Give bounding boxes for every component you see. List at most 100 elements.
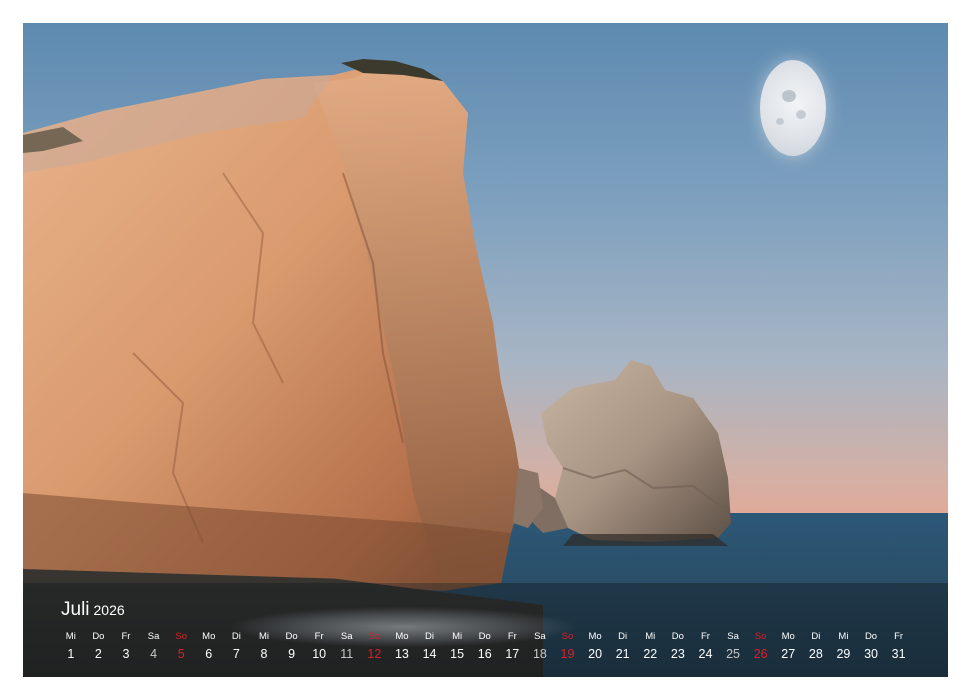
day-number: 26 [753,647,768,661]
weekday-label: Fr [894,631,904,642]
day-number: 13 [394,647,409,661]
calendar-day: Fr 10 [305,630,333,670]
day-number: 4 [150,647,158,661]
day-number: 31 [891,647,906,661]
weekday-label: So [754,631,767,642]
year-label: 2026 [93,602,125,618]
weekday-label: Mi [65,631,76,642]
calendar-day: Mi 1 [57,630,85,670]
moon [760,60,826,156]
day-number: 25 [726,647,740,661]
day-number: 17 [505,647,520,661]
calendar-day: Do 2 [85,630,113,670]
calendar-day: Mi 22 [636,630,664,670]
calendar-day: Do 16 [471,630,499,670]
day-number: 8 [260,647,268,661]
calendar-day: Fr 17 [499,630,527,670]
weekday-label: Mi [645,631,656,642]
weekday-label: Fr [121,631,131,642]
calendar-day: So 12 [361,630,389,670]
weekday-label: Do [285,631,298,642]
day-number: 24 [698,647,713,661]
weekday-label: Mi [452,631,463,642]
weekday-label: Fr [314,631,324,642]
day-number: 30 [864,647,878,661]
day-number: 10 [312,647,327,661]
calendar-strip: Juli 2026 Mi 1 Do 2 Fr 3 Sa 4 So 5 Mo 6 Di 7 Mi 8 Do 9 Fr 10… [23,583,948,677]
day-number: 27 [781,647,796,661]
weekday-label: Mo [588,631,602,642]
calendar-day: Di 14 [416,630,444,670]
day-number: 11 [340,647,354,661]
calendar-day: Di 21 [609,630,637,670]
calendar-day: Mo 20 [581,630,609,670]
weekday-label: Mo [202,631,216,642]
day-number: 29 [836,647,851,661]
moon-crater [796,110,806,119]
moon-crater [776,118,784,125]
day-number: 12 [367,647,382,661]
day-number: 6 [205,647,213,661]
weekday-label: Di [425,631,434,642]
month-label: Juli [61,599,90,620]
weekday-label: Di [811,631,821,642]
calendar-day: Sa 25 [719,630,747,670]
weekday-label: Di [618,631,628,642]
calendar-day: So 19 [554,630,582,670]
calendar-day: So 26 [747,630,775,670]
weekday-label: Do [478,631,491,642]
day-number: 22 [643,647,658,661]
calendar-day: Do 30 [857,630,885,670]
calendar-day: Mo 13 [388,630,416,670]
weekday-label: Di [231,631,241,642]
day-number: 28 [808,647,823,661]
day-number: 19 [560,647,575,661]
day-number: 1 [67,647,75,661]
calendar-photo [23,23,948,677]
calendar-day: Fr 3 [112,630,140,670]
day-number: 20 [588,647,603,661]
sea-stack-rock [533,358,743,548]
day-number: 5 [177,647,185,661]
day-number: 3 [122,647,130,661]
weekday-label: Sa [727,631,739,642]
calendar-day: Mo 27 [774,630,802,670]
calendar-day: Mi 8 [250,630,278,670]
calendar-day: Do 23 [664,630,692,670]
weekday-label: Mi [258,631,269,642]
weekday-label: Mo [395,631,409,642]
weekday-label: Mi [838,631,849,642]
day-number: 15 [450,647,465,661]
day-number: 7 [232,647,240,661]
calendar-day: Di 28 [802,630,830,670]
calendar-day: Mi 15 [443,630,471,670]
weekday-label: Fr [507,631,517,642]
weekday-label: Do [864,631,878,642]
calendar-day: Sa 4 [140,630,168,670]
calendar-day: Fr 31 [885,630,913,670]
day-number: 18 [532,647,547,661]
calendar-day: Fr 24 [692,630,720,670]
calendar-day: Do 9 [278,630,306,670]
calendar-day: Sa 18 [526,630,554,670]
weekday-label: Fr [700,631,710,642]
calendar-day: Mo 6 [195,630,223,670]
weekday-label: So [561,631,574,642]
day-row: Mi 1 Do 2 Fr 3 Sa 4 So 5 Mo 6 Di 7 Mi 8 Do 9 Fr 10 Sa 11 So 12 M… [57,630,927,670]
calendar-day: Mi 29 [830,630,858,670]
weekday-label: Sa [340,631,353,642]
weekday-label: Do [92,631,105,642]
day-number: 2 [94,647,102,661]
weekday-label: So [175,631,187,642]
day-number: 16 [477,647,492,661]
weekday-label: So [368,631,381,642]
calendar-title: Juli 2026 [61,599,125,621]
moon-crater [782,90,796,102]
weekday-label: Mo [781,631,795,642]
day-number: 14 [422,647,437,661]
calendar-day: Di 7 [223,630,251,670]
day-number: 23 [670,647,685,661]
day-number: 9 [288,647,296,661]
calendar-day: So 5 [167,630,195,670]
weekday-label: Do [671,631,684,642]
